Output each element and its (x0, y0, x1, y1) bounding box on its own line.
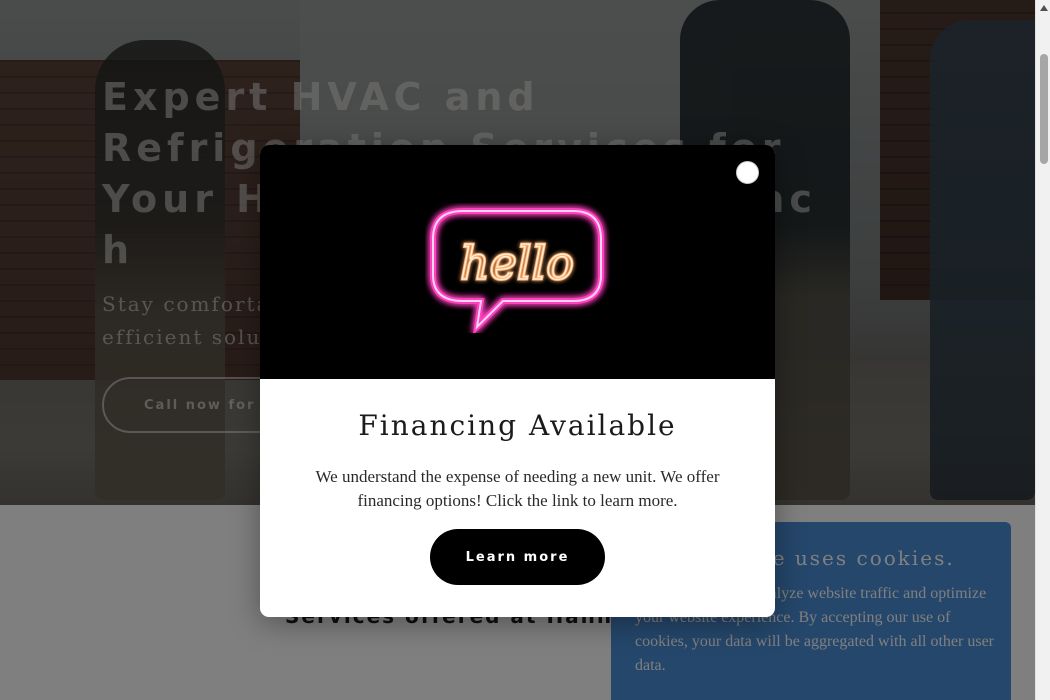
financing-modal: hello hello Financing Available We under… (260, 145, 775, 617)
modal-description: We understand the expense of needing a n… (315, 467, 720, 510)
page-scrollbar[interactable] (1035, 0, 1050, 700)
neon-speech-bubble-icon: hello hello (430, 208, 604, 333)
learn-more-button[interactable]: Learn more (430, 529, 605, 585)
scroll-up-arrow-icon[interactable] (1036, 0, 1050, 15)
modal-title: Financing Available (358, 409, 677, 442)
close-modal-button[interactable] (736, 161, 759, 184)
scrollbar-thumb[interactable] (1040, 54, 1048, 164)
hello-neon-image: hello hello (260, 145, 775, 379)
neon-hello-text-core: hello (460, 236, 574, 290)
